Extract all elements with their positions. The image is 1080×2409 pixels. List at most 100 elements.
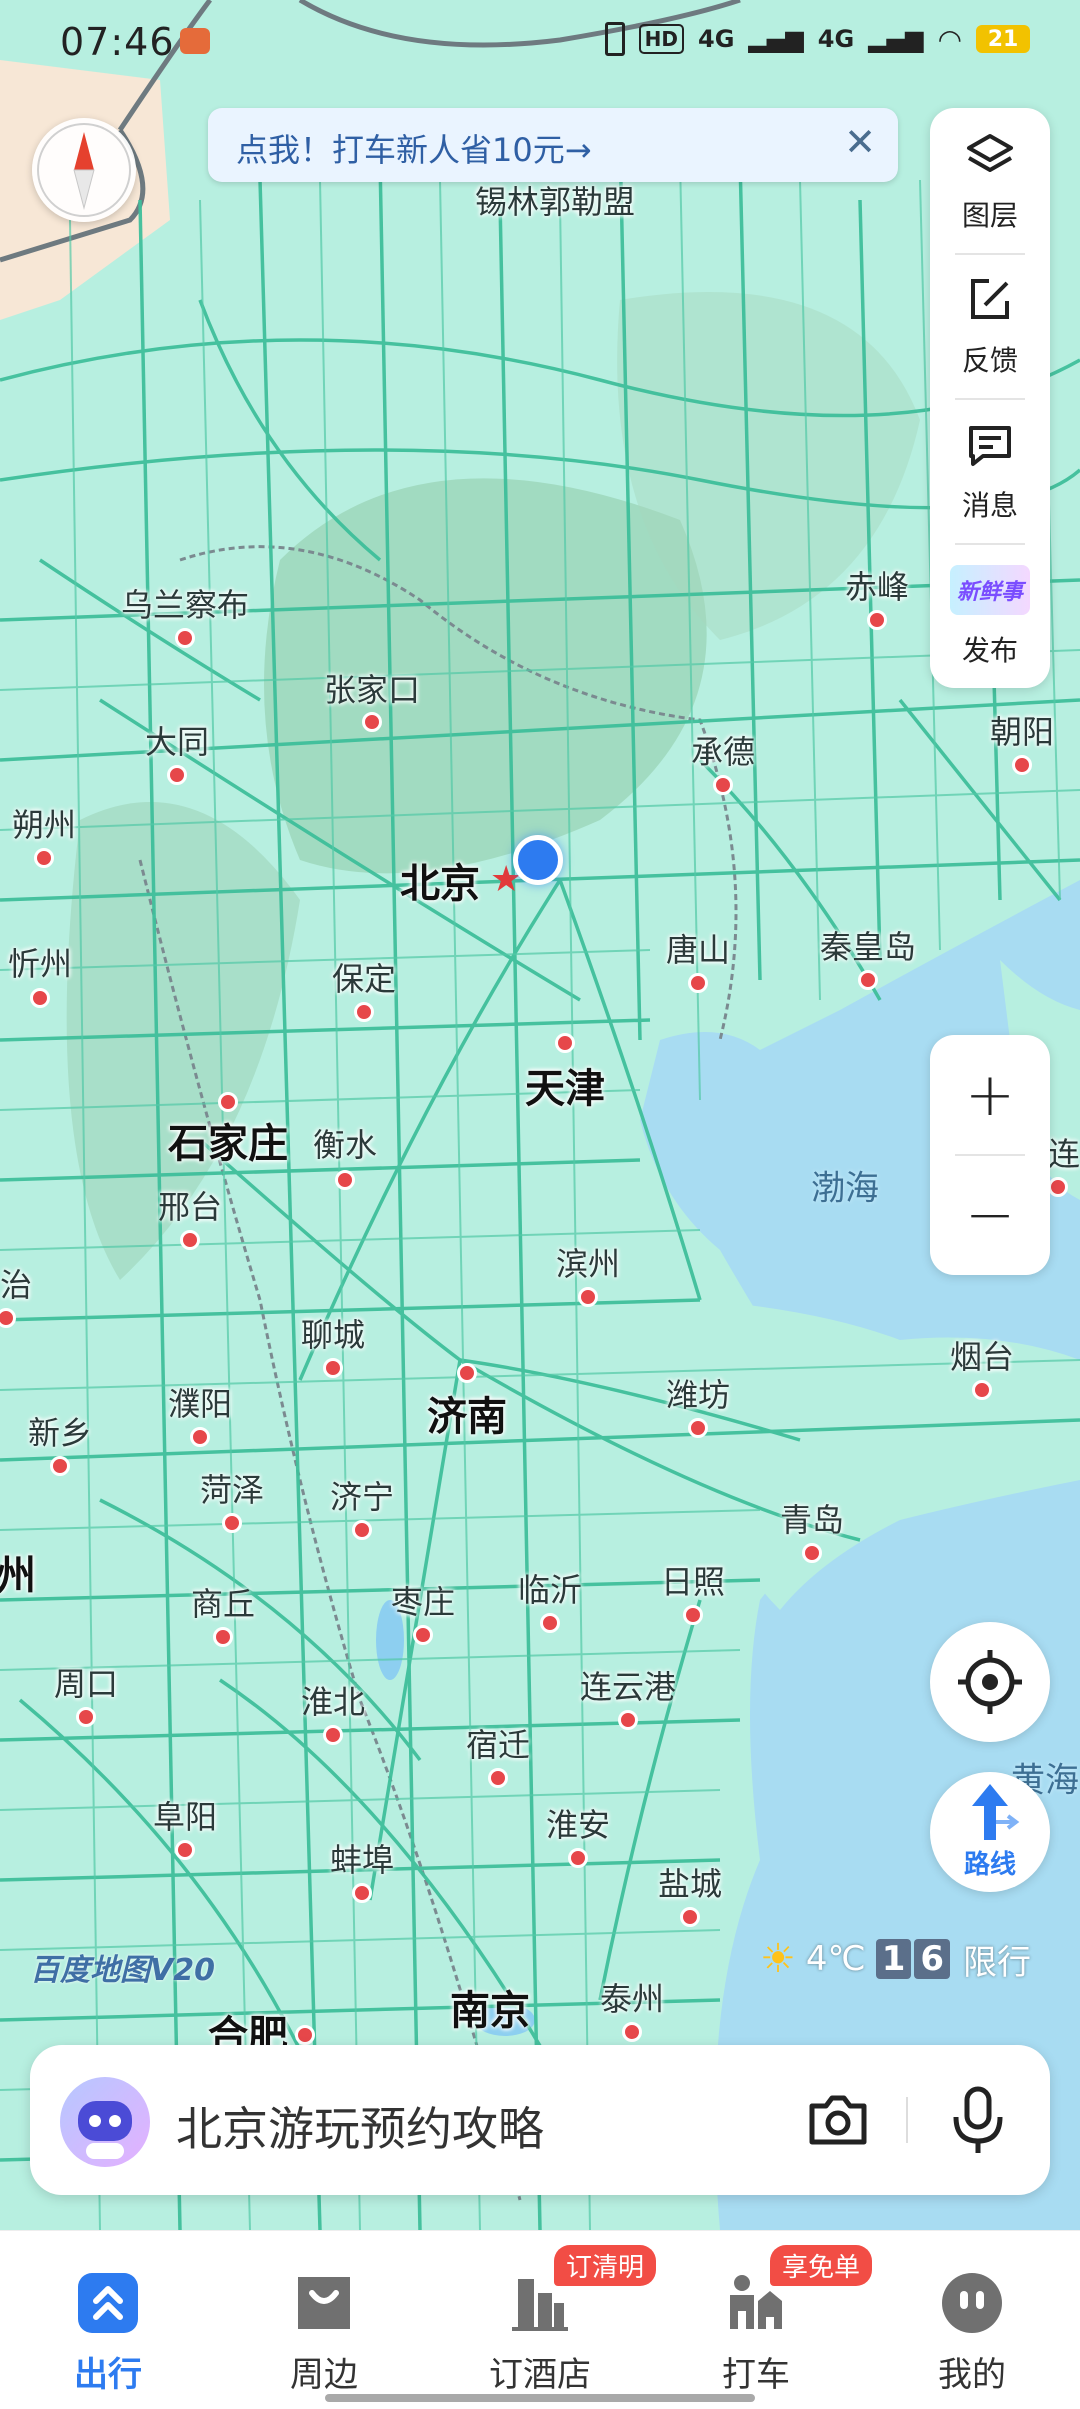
zoom-out-button[interactable]: − bbox=[930, 1155, 1050, 1275]
city-dot-tangshan bbox=[688, 973, 708, 993]
city-label-shangqiu: 商丘 bbox=[190, 1585, 256, 1623]
feedback-label: 反馈 bbox=[961, 344, 1018, 377]
layers-label: 图层 bbox=[961, 199, 1018, 232]
city-label-weifang: 潍坊 bbox=[665, 1376, 731, 1414]
message-icon bbox=[969, 426, 1011, 466]
city-label-heze: 菏泽 bbox=[199, 1471, 265, 1509]
city-dot-edge-lian bbox=[1048, 1177, 1068, 1197]
city-dot-zhangjiakou bbox=[362, 712, 382, 732]
city-label-edge-lian: 连 bbox=[1047, 1135, 1080, 1173]
user-location-icon bbox=[513, 835, 563, 885]
robot-icon bbox=[78, 2101, 132, 2159]
route-button[interactable]: 路线 bbox=[930, 1772, 1050, 1892]
city-label-rizhao: 日照 bbox=[660, 1563, 726, 1601]
city-label-beijing: 北京 bbox=[400, 861, 480, 907]
city-label-shijiazhuang: 石家庄 bbox=[168, 1121, 288, 1167]
nav-label-me: 我的 bbox=[938, 2355, 1006, 2395]
city-dot-binzhou bbox=[578, 1287, 598, 1307]
city-dot-hengshui bbox=[335, 1170, 355, 1190]
feedback-edit-icon bbox=[971, 279, 1009, 319]
publish-button[interactable]: 新鲜事 发布 bbox=[930, 543, 1050, 688]
messages-label: 消息 bbox=[961, 489, 1018, 522]
app-notification-icon bbox=[180, 28, 210, 54]
city-dot-shuozhou bbox=[34, 848, 54, 868]
nav-label-hotel: 订酒店 bbox=[489, 2355, 591, 2395]
zoom-in-button[interactable]: + bbox=[930, 1035, 1050, 1155]
new-post-badge-text: 新鲜事 bbox=[956, 580, 1023, 605]
city-dot-hefei bbox=[295, 2025, 315, 2045]
city-label-ulanqab: 乌兰察布 bbox=[120, 586, 250, 624]
city-label-jinan: 济南 bbox=[427, 1394, 507, 1440]
messages-button[interactable]: 消息 bbox=[930, 398, 1050, 543]
city-label-chifeng: 赤峰 bbox=[844, 568, 910, 606]
microphone-icon[interactable] bbox=[950, 2085, 1006, 2155]
city-dot-fuyang bbox=[175, 1840, 195, 1860]
nav-item-travel[interactable]: 出行 bbox=[18, 2251, 198, 2395]
map-side-panel: 图层 反馈 消息 新鲜事 发布 bbox=[930, 108, 1050, 688]
city-label-zaozhuang: 枣庄 bbox=[390, 1583, 456, 1621]
search-bar[interactable]: 北京游玩预约攻略 bbox=[30, 2045, 1050, 2195]
city-dot-linyi bbox=[540, 1613, 560, 1633]
city-label-suqian: 宿迁 bbox=[465, 1726, 531, 1764]
city-label-jining: 济宁 bbox=[329, 1478, 395, 1516]
city-dot-heze bbox=[222, 1513, 242, 1533]
search-input[interactable]: 北京游玩预约攻略 bbox=[176, 2093, 544, 2159]
bottom-nav: 出行 周边 订清明 订酒店 享免单 打车 我的 bbox=[0, 2230, 1080, 2409]
wifi-icon: ◠ bbox=[937, 22, 962, 56]
traffic-limit-numbers: 1 6 bbox=[875, 1939, 953, 1979]
city-dot-qinhuangdao bbox=[858, 970, 878, 990]
route-arrow-icon bbox=[972, 1784, 1020, 1840]
new-post-icon: 新鲜事 bbox=[950, 565, 1030, 615]
city-label-tianjin: 天津 bbox=[525, 1066, 605, 1112]
publish-label: 发布 bbox=[961, 634, 1018, 667]
nav-label-travel: 出行 bbox=[74, 2355, 142, 2395]
status-bar: 07:46 HD 4G ▂▄▆ 4G ▂▄▆ ◠ 21 bbox=[0, 0, 1080, 86]
compass-icon bbox=[37, 123, 131, 217]
city-dot-liaocheng bbox=[323, 1358, 343, 1378]
city-dot-yancheng bbox=[680, 1907, 700, 1927]
map-canvas[interactable]: 锡林郭勒盟 乌兰察布 张家口 赤峰 大同 承德 朝阳 朔州 北京 ★ 忻州 保定… bbox=[0, 0, 1080, 2230]
temperature: 4℃ bbox=[805, 1939, 866, 1979]
network-4g-label-1: 4G bbox=[698, 25, 735, 53]
layers-button[interactable]: 图层 bbox=[930, 108, 1050, 253]
city-label-edge-zhou: 州 bbox=[0, 1553, 36, 1599]
feedback-button[interactable]: 反馈 bbox=[930, 253, 1050, 398]
locate-me-button[interactable] bbox=[930, 1622, 1050, 1742]
city-label-shuozhou: 朔州 bbox=[11, 806, 77, 844]
city-dot-datong bbox=[167, 765, 187, 785]
nav-item-hotel[interactable]: 订清明 订酒店 bbox=[450, 2245, 657, 2395]
camera-icon[interactable] bbox=[806, 2090, 870, 2150]
city-label-zhoukou: 周口 bbox=[53, 1665, 119, 1703]
promo-banner[interactable]: 点我！打车新人省10元→ ✕ bbox=[208, 108, 898, 182]
promo-close-icon[interactable]: ✕ bbox=[844, 122, 876, 162]
city-dot-puyang bbox=[190, 1427, 210, 1447]
city-label-huaian: 淮安 bbox=[545, 1806, 611, 1844]
weather-widget[interactable]: ☀ 4℃ 1 6 限行 bbox=[760, 1935, 1031, 1983]
sun-icon: ☀ bbox=[760, 1936, 796, 1982]
travel-icon bbox=[78, 2273, 138, 2333]
city-label-yancheng: 盐城 bbox=[657, 1865, 723, 1903]
profile-face-icon bbox=[942, 2273, 1002, 2333]
nav-item-taxi[interactable]: 享免单 打车 bbox=[666, 2245, 873, 2395]
nav-item-nearby[interactable]: 周边 bbox=[234, 2251, 414, 2395]
city-label-edge-zhi: 治 bbox=[0, 1266, 33, 1304]
city-label-chaoyang: 朝阳 bbox=[989, 713, 1055, 751]
city-label-puyang: 濮阳 bbox=[167, 1385, 233, 1423]
compass-button[interactable] bbox=[32, 118, 136, 222]
nav-badge-taxi: 享免单 bbox=[770, 2245, 873, 2286]
layers-icon bbox=[967, 134, 1013, 172]
city-dot-xinxiang bbox=[50, 1456, 70, 1476]
city-dot-weifang bbox=[688, 1418, 708, 1438]
city-dot-xinzhou bbox=[30, 988, 50, 1008]
home-indicator[interactable] bbox=[325, 2394, 755, 2402]
city-dot-bengbu bbox=[352, 1883, 372, 1903]
signal-icon-2: ▂▄▆ bbox=[868, 25, 924, 53]
city-dot-qingdao bbox=[802, 1543, 822, 1563]
city-label-lianyungang: 连云港 bbox=[579, 1668, 677, 1706]
city-label-xingtai: 邢台 bbox=[157, 1188, 223, 1226]
promo-text[interactable]: 点我！打车新人省10元→ bbox=[236, 125, 592, 171]
nav-item-me[interactable]: 我的 bbox=[882, 2251, 1062, 2395]
city-dot-chifeng bbox=[867, 610, 887, 630]
city-dot-huaibei bbox=[323, 1725, 343, 1745]
ai-assistant-avatar-icon[interactable] bbox=[60, 2077, 150, 2167]
